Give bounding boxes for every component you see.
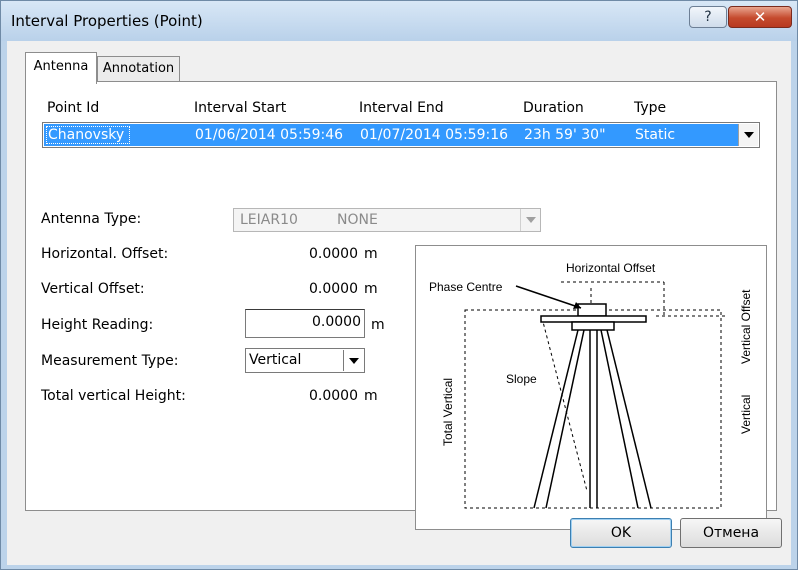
diagram-slope-label: Slope — [506, 372, 537, 386]
antenna-type-label: Antenna Type: — [41, 211, 142, 227]
diagram-tripod-leg-left-outer — [533, 329, 579, 509]
antenna-type-select: LEIAR10 NONE — [233, 208, 541, 232]
column-header-interval-end: Interval End — [359, 100, 444, 116]
antenna-type-value: LEIAR10 — [240, 212, 298, 228]
measurement-type-label: Measurement Type: — [41, 353, 179, 369]
ok-button[interactable]: OK — [570, 518, 672, 548]
tab-annotation[interactable]: Annotation — [97, 56, 180, 82]
measurement-type-dropdown-button[interactable] — [343, 350, 363, 371]
vertical-offset-unit: m — [364, 281, 378, 297]
diagram-tribrach-plate — [540, 315, 647, 323]
selected-point-id: Chanovsky — [48, 127, 125, 143]
antenna-height-diagram: Horizontal Offset Phase Centre Slope Ver… — [415, 245, 767, 530]
horizontal-offset-unit: m — [364, 246, 378, 262]
total-vertical-height-unit: m — [364, 388, 378, 404]
diagram-antenna-head — [577, 303, 607, 317]
vertical-offset-label: Vertical Offset: — [41, 281, 145, 297]
column-header-point-id: Point Id — [47, 100, 100, 116]
diagram-vertical-offset-label: Vertical Offset — [739, 289, 753, 364]
vertical-offset-value: 0.0000 — [309, 281, 358, 297]
selected-type: Static — [635, 127, 676, 143]
chevron-down-icon — [743, 132, 754, 138]
tab-antenna[interactable]: Antenna — [25, 52, 97, 84]
height-reading-label: Height Reading: — [41, 317, 154, 333]
selected-interval-row: Chanovsky 01/06/2014 05:59:46 01/07/2014… — [44, 124, 738, 146]
diagram-phase-centre-label: Phase Centre — [429, 280, 503, 294]
diagram-vertical-label: Vertical — [739, 395, 753, 434]
horizontal-offset-value: 0.0000 — [309, 246, 358, 262]
height-reading-input[interactable]: 0.0000 — [245, 309, 365, 338]
window-title: Interval Properties (Point) — [11, 12, 203, 30]
diagram-total-vertical-box — [464, 309, 722, 509]
horizontal-offset-label: Horizontal. Offset: — [41, 246, 169, 262]
interval-dropdown-button[interactable] — [738, 124, 758, 146]
diagram-tripod-leg-right-outer — [606, 329, 652, 509]
selected-interval-end: 01/07/2014 05:59:16 — [360, 127, 509, 143]
dialog-window: Interval Properties (Point) ? ✕ Antenna … — [0, 0, 798, 570]
total-vertical-height-label: Total vertical Height: — [41, 388, 186, 404]
measurement-type-value: Vertical — [249, 352, 302, 368]
help-button[interactable]: ? — [689, 6, 727, 28]
close-button[interactable]: ✕ — [728, 6, 792, 28]
antenna-type-dropdown-button — [520, 209, 540, 231]
column-header-type: Type — [634, 100, 667, 116]
diagram-total-vertical-label: Total Vertical — [441, 378, 455, 446]
selected-interval-start: 01/06/2014 05:59:46 — [195, 127, 344, 143]
diagram-tripod-leg-left-inner — [545, 329, 585, 509]
height-reading-unit: m — [371, 317, 385, 333]
diagram-tripod-head — [571, 321, 615, 331]
cancel-button[interactable]: Отмена — [680, 518, 782, 548]
chevron-down-icon — [348, 357, 359, 364]
interval-select[interactable]: Chanovsky 01/06/2014 05:59:46 01/07/2014… — [42, 122, 760, 148]
antenna-tab-panel: Point Id Interval Start Interval End Dur… — [25, 81, 777, 530]
diagram-tripod-leg-right-inner — [600, 329, 639, 509]
title-bar[interactable]: Interval Properties (Point) ? ✕ — [1, 1, 797, 41]
antenna-radome-value: NONE — [337, 212, 378, 228]
diagram-slope-line — [541, 317, 588, 492]
chevron-down-icon — [525, 217, 536, 223]
column-header-interval-start: Interval Start — [194, 100, 287, 116]
selected-duration: 23h 59' 30" — [524, 127, 606, 143]
diagram-phase-centre-pointer — [515, 285, 582, 309]
total-vertical-height-value: 0.0000 — [309, 388, 358, 404]
column-header-duration: Duration — [523, 100, 584, 116]
dialog-client-area: Antenna Annotation Point Id Interval Sta… — [7, 41, 791, 565]
antenna-tripod-diagram: Horizontal Offset Phase Centre Slope Ver… — [429, 261, 753, 509]
diagram-horizontal-offset-label: Horizontal Offset — [566, 261, 656, 275]
measurement-type-select[interactable]: Vertical — [245, 348, 365, 373]
